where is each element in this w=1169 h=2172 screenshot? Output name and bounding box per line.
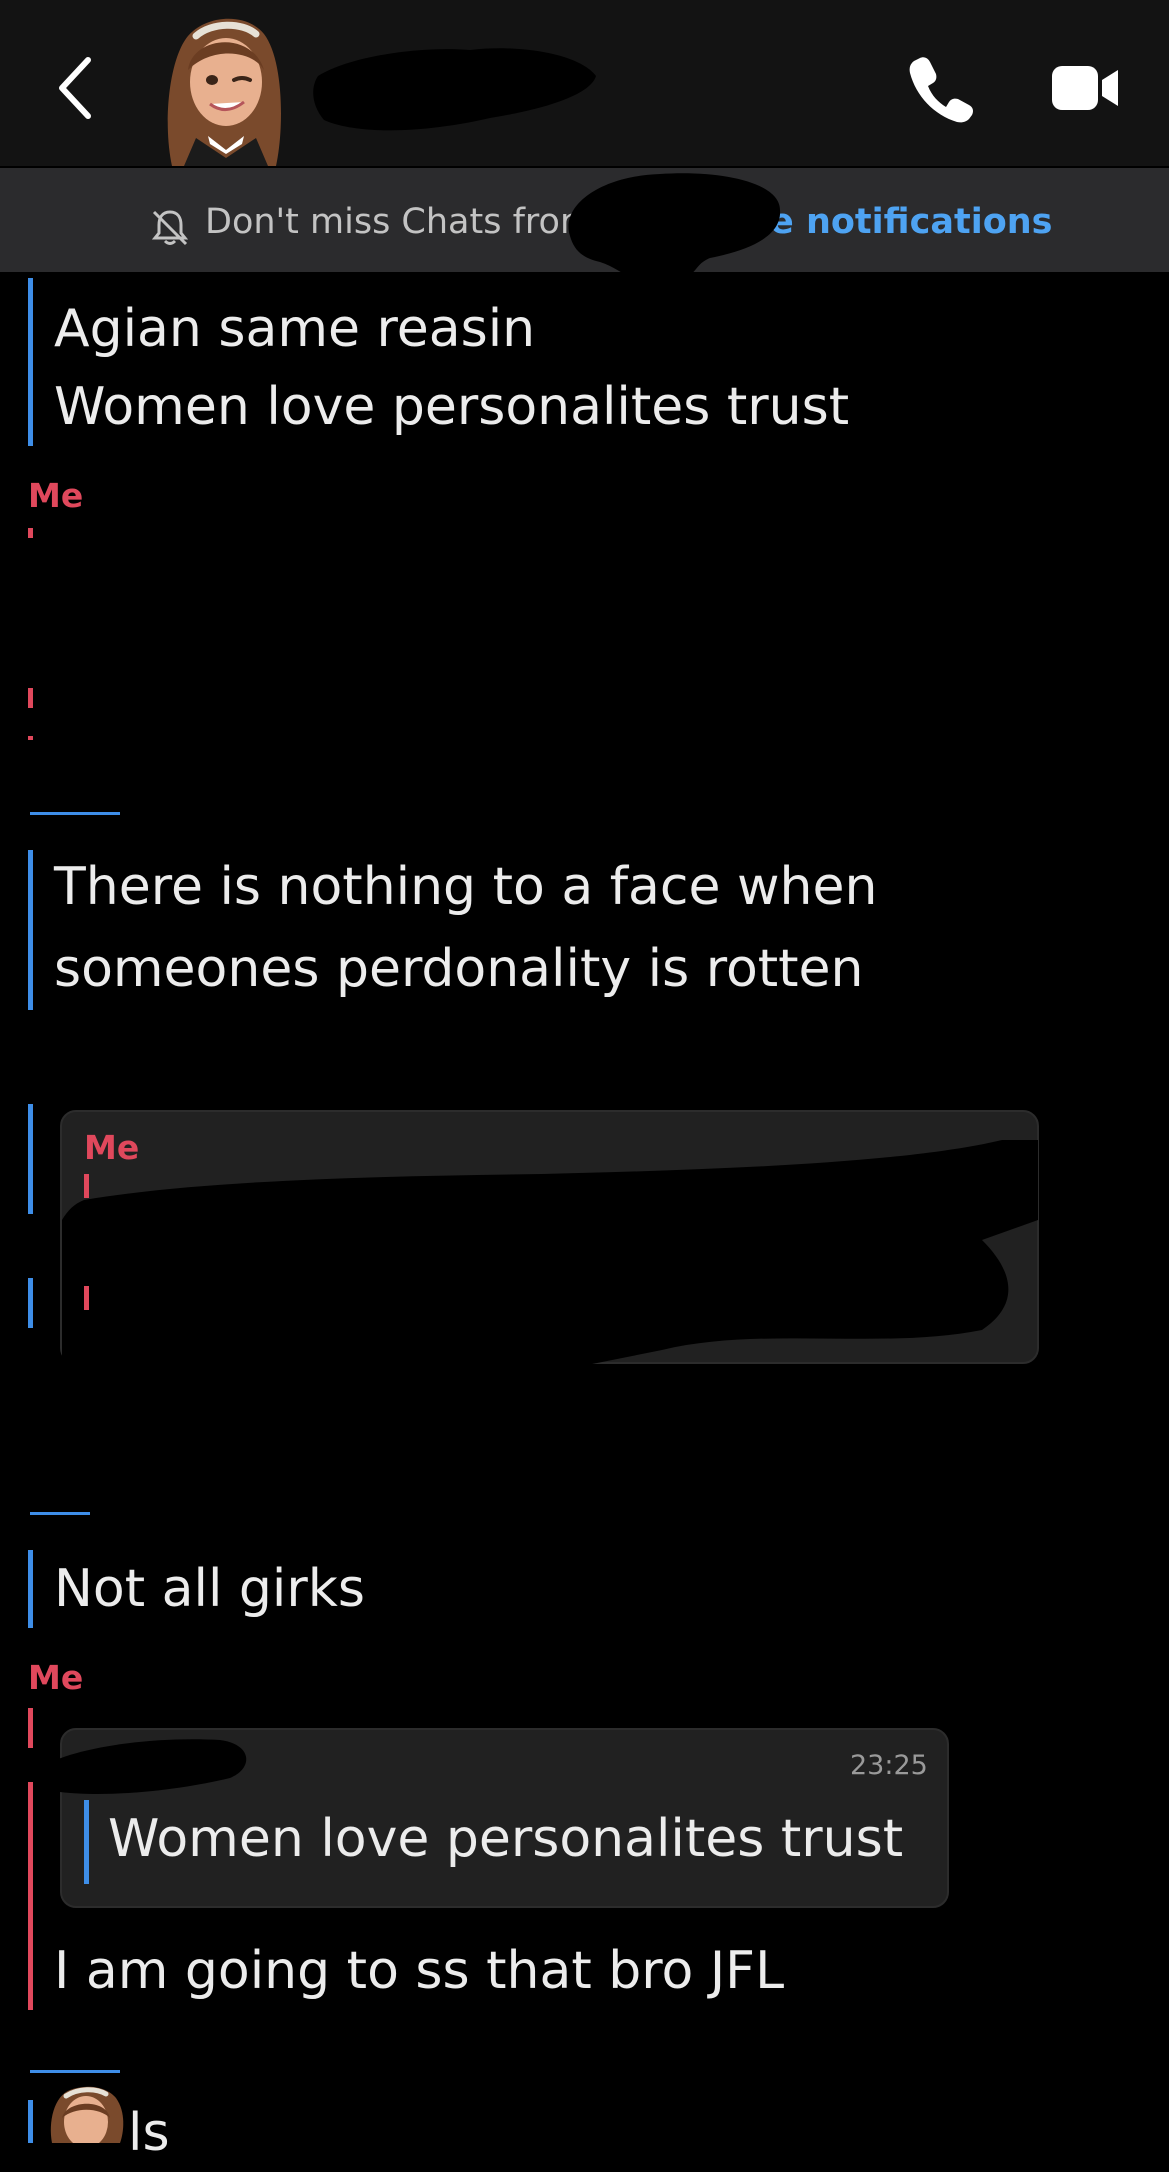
video-call-button[interactable] <box>1050 62 1122 114</box>
message-text: Not all girks <box>54 1559 365 1619</box>
redaction-mark <box>560 166 790 286</box>
contact-avatar[interactable] <box>152 10 298 166</box>
message-text: There is nothing to a face when <box>54 857 878 917</box>
redacted-bar-fragment <box>28 688 33 708</box>
bitmoji-avatar-icon <box>50 2086 124 2143</box>
redaction-mark <box>62 1140 1042 1370</box>
message-thread-bar <box>28 278 33 446</box>
message-text-partial: ls <box>128 2103 170 2163</box>
video-camera-icon <box>1052 66 1118 110</box>
redaction-mark <box>30 1728 250 1798</box>
quoted-message-time: 23:25 <box>850 1750 928 1781</box>
chevron-left-icon <box>59 57 91 119</box>
redacted-bar-fragment <box>30 1512 90 1515</box>
message-text: I am going to ss that bro JFL <box>54 1941 785 2001</box>
message-text: Agian same reasin <box>54 299 536 359</box>
message-thread-bar <box>28 1550 33 1628</box>
quoted-bar-fragment <box>84 1286 89 1310</box>
message-text: someones perdonality is rotten <box>54 939 864 999</box>
redacted-bar-fragment <box>28 736 33 740</box>
message-thread-bar <box>28 850 33 1010</box>
sender-label-me: Me <box>28 476 84 515</box>
voice-call-button[interactable] <box>906 52 976 124</box>
redacted-bar-fragment <box>28 528 33 538</box>
quoted-message-text: Women love personalites trust <box>108 1809 904 1869</box>
redacted-bar-fragment <box>30 812 120 815</box>
quoted-bar-fragment <box>84 1174 89 1198</box>
message-thread-bar <box>28 1782 33 2010</box>
notification-text: Don't miss Chats fror <box>205 202 575 242</box>
bell-slash-icon <box>150 208 190 248</box>
message-thread-bar <box>28 2100 33 2143</box>
quote-accent-bar <box>84 1800 89 1884</box>
redacted-contact-name <box>310 36 600 140</box>
back-button[interactable] <box>48 52 108 124</box>
sender-label-me: Me <box>28 1658 84 1697</box>
message-thread-bar <box>28 1104 33 1214</box>
message-text: Women love personalites trust <box>54 377 850 437</box>
redacted-bar-fragment <box>30 2070 120 2073</box>
message-thread-bar <box>28 1278 33 1328</box>
contact-avatar-small <box>40 2082 132 2143</box>
phone-icon <box>909 57 973 123</box>
bitmoji-avatar-icon <box>167 18 281 166</box>
